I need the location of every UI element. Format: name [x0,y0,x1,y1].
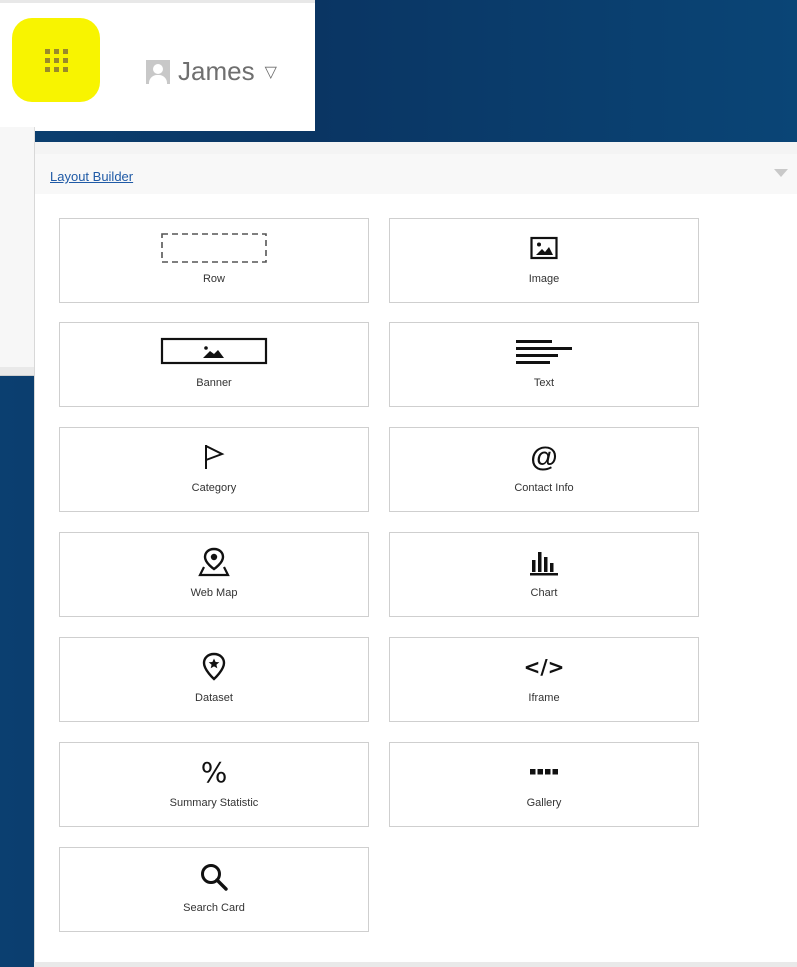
text-align-left-icon [390,337,698,367]
card-dataset[interactable]: Dataset [59,637,369,722]
top-header: James ▽ [0,0,315,131]
search-icon [60,862,368,892]
image-icon [390,233,698,263]
card-chart[interactable]: Chart [389,532,699,617]
user-name: James [178,56,255,86]
card-label: Text [533,377,555,389]
builder-title-link[interactable]: Layout Builder [50,169,133,184]
row-placeholder-icon [60,233,368,263]
card-gallery[interactable]: Gallery [389,742,699,827]
card-label: Banner [196,377,232,389]
card-row[interactable]: Row [59,218,369,303]
underlying-divider [0,367,34,376]
card-banner[interactable]: Banner [59,322,369,407]
caret-down-icon: ▽ [264,63,277,81]
card-image[interactable]: Image [389,218,699,303]
apps-grid-icon [44,48,68,72]
builder-body: Row Image Banner Text Category @ Contact… [35,194,797,967]
card-label: Row [202,273,225,285]
map-pin-icon [60,547,368,577]
card-label: Iframe [528,692,560,704]
card-label: Chart [530,587,558,599]
app-launcher-button[interactable] [12,18,100,102]
card-text[interactable]: Text [389,322,699,407]
card-label: Summary Statistic [169,797,259,809]
collapse-caret-icon[interactable] [774,169,788,177]
card-category[interactable]: Category [59,427,369,512]
user-menu[interactable]: James ▽ [146,56,277,87]
card-label: Image [528,273,560,285]
layout-builder-panel: Layout Builder Row Image Banner Text Cat… [34,142,797,967]
card-contact-info[interactable]: @ Contact Info [389,427,699,512]
bottom-divider [34,962,797,967]
code-icon: </> [523,655,565,679]
card-label: Web Map [190,587,238,599]
card-iframe[interactable]: </> Iframe [389,637,699,722]
card-web-map[interactable]: Web Map [59,532,369,617]
card-summary-statistic[interactable]: % Summary Statistic [59,742,369,827]
card-label: Gallery [526,797,562,809]
card-label: Dataset [195,692,233,704]
bar-chart-icon [390,547,698,577]
card-label: Category [191,482,237,494]
card-search-card[interactable]: Search Card [59,847,369,932]
builder-header[interactable]: Layout Builder [35,154,797,195]
banner-icon [60,337,368,367]
card-label: Contact Info [514,482,574,494]
percent-icon: % [200,755,228,789]
gallery-dots-icon [390,757,698,787]
avatar-icon [146,59,170,84]
card-label: Search Card [183,902,245,914]
at-sign-icon: @ [530,441,558,472]
flag-icon [60,442,368,472]
underlying-panel [0,127,35,367]
dataset-pin-icon [60,652,368,682]
